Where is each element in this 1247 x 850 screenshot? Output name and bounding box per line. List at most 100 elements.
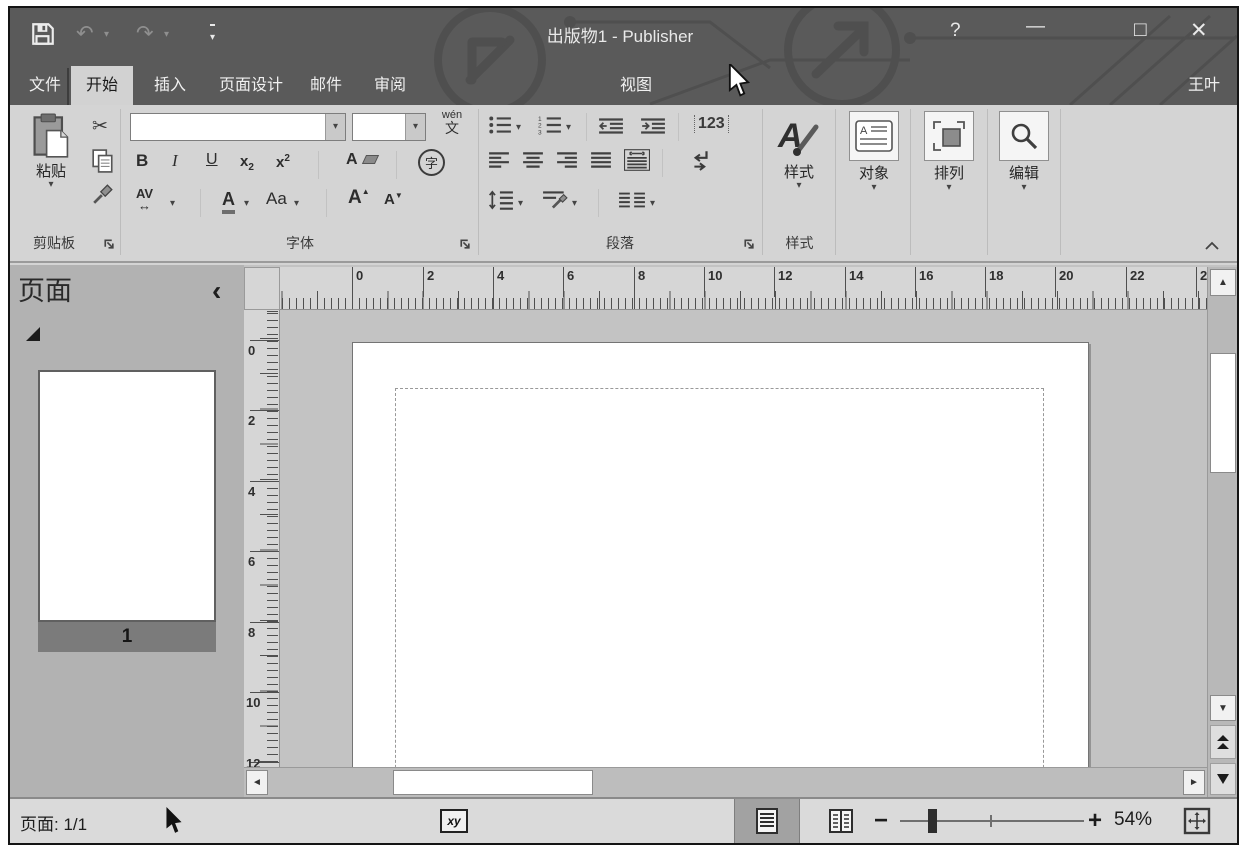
quick-access-customize-button[interactable]: ▾ [210,24,215,45]
horizontal-scroll-thumb[interactable] [393,770,593,795]
font-size-dropdown-icon[interactable]: ▾ [405,114,425,140]
scroll-up-button[interactable]: ▲ [1210,269,1236,296]
tab-home[interactable]: 开始 [71,66,133,105]
zoom-in-button[interactable]: + [1088,807,1102,835]
page-thumbnail[interactable] [38,370,216,622]
format-painter-button[interactable] [92,183,114,205]
zoom-level[interactable]: 54% [1114,809,1152,831]
tab-mailings[interactable]: 邮件 [302,68,350,105]
redo-dropdown-icon[interactable]: ▾ [164,30,169,40]
numbering-dropdown-icon[interactable]: ▾ [566,123,571,133]
font-color-dropdown-icon[interactable]: ▾ [244,199,249,209]
change-case-dropdown-icon[interactable]: ▾ [294,199,299,209]
tab-review[interactable]: 审阅 [366,68,414,105]
shrink-font-button[interactable]: A▼ [384,191,403,208]
font-name-combobox[interactable]: ▾ [130,113,346,141]
single-page-view-button[interactable] [734,799,800,843]
ruler-tick [915,267,916,297]
editing-button[interactable]: 编辑 ▾ [991,109,1057,227]
align-left-button[interactable] [488,151,510,169]
horizontal-scrollbar[interactable]: ◄ ► [244,767,1207,797]
distribute-button[interactable] [624,149,650,171]
change-case-button[interactable]: Aa [266,189,287,209]
columns-dropdown-icon[interactable]: ▾ [650,199,655,209]
grow-font-button[interactable]: A▲ [348,187,370,209]
ruler-origin-box[interactable] [244,267,280,310]
save-icon[interactable] [30,21,56,47]
undo-dropdown-icon[interactable]: ▾ [104,30,109,40]
horizontal-ruler[interactable]: 0 2 4 6 8 10 12 14 16 18 20 22 24 [280,267,1207,310]
vertical-scroll-thumb[interactable] [1210,353,1236,473]
page-thumbnail-number[interactable]: 1 [38,622,216,652]
paragraph-shading-button[interactable] [542,189,568,211]
bullets-button[interactable] [488,115,512,135]
panel-expand-marker-icon[interactable] [26,327,40,341]
clipboard-dialog-launcher[interactable] [102,237,115,250]
number-style-button[interactable]: 123 [694,115,729,133]
vertical-ruler[interactable]: 0 2 4 6 8 10 12 [244,310,280,767]
fit-page-button[interactable] [1182,807,1212,835]
font-dialog-launcher[interactable] [458,237,471,250]
collapse-ribbon-button[interactable] [1204,241,1220,251]
align-right-button[interactable] [556,151,578,169]
publication-canvas[interactable] [280,310,1207,767]
tab-file[interactable]: 文件 [23,68,67,105]
close-button[interactable]: ✕ [1190,18,1208,43]
group-separator [762,109,763,255]
scroll-right-button[interactable]: ► [1183,770,1205,795]
character-spacing-dropdown-icon[interactable]: ▾ [170,199,175,209]
paragraph-shading-dropdown-icon[interactable]: ▾ [572,199,577,209]
align-center-button[interactable] [522,151,544,169]
page-indicator[interactable]: 页面: 1/1 [20,810,87,835]
scroll-down-button[interactable]: ▼ [1210,695,1236,721]
increase-indent-button[interactable] [640,117,666,135]
next-page-button[interactable] [1210,763,1236,795]
underline-button[interactable]: U [206,151,218,169]
cut-button[interactable]: ✂ [92,115,108,138]
superscript-button[interactable]: x2 [276,153,290,171]
font-size-combobox[interactable]: ▾ [352,113,426,141]
user-account-name[interactable]: 王叶 [1178,68,1230,105]
previous-page-button[interactable] [1210,725,1236,759]
maximize-button[interactable]: □ [1134,18,1147,42]
arrange-button[interactable]: 排列 ▾ [916,109,982,227]
subscript-button[interactable]: x2 [240,153,254,173]
numbering-button[interactable]: 123 [538,115,562,135]
scroll-left-button[interactable]: ◄ [246,770,268,795]
paste-icon [31,113,71,159]
publication-page[interactable] [352,342,1089,767]
zoom-slider-thumb[interactable] [928,809,937,833]
two-page-view-button[interactable] [816,799,866,843]
objects-button[interactable]: A 对象 ▾ [841,109,907,227]
font-name-dropdown-icon[interactable]: ▾ [325,114,345,140]
line-spacing-dropdown-icon[interactable]: ▾ [518,199,523,209]
decrease-indent-button[interactable] [598,117,624,135]
help-button[interactable]: ? [950,20,961,42]
tab-view[interactable]: 视图 [612,68,660,105]
phonetic-guide-button[interactable]: wén 文 [434,109,470,136]
enclose-characters-button[interactable]: 字 [418,149,445,176]
character-spacing-button[interactable]: AV ↔ [136,187,153,212]
bullets-dropdown-icon[interactable]: ▾ [516,123,521,133]
redo-button[interactable]: ↷ [136,21,154,46]
undo-button[interactable]: ↶ [76,21,94,46]
line-spacing-button[interactable] [488,189,514,211]
special-characters-button[interactable] [690,149,712,171]
zoom-out-button[interactable]: − [874,807,888,835]
minimize-button[interactable]: — [1026,16,1045,38]
tab-insert[interactable]: 插入 [146,68,194,105]
copy-button[interactable] [92,149,114,173]
clear-formatting-button[interactable]: A [346,151,377,169]
justify-button[interactable] [590,151,612,169]
collapse-panel-icon[interactable]: ‹ [212,275,221,307]
paragraph-dialog-launcher[interactable] [742,237,755,250]
italic-button[interactable]: I [172,151,178,171]
styles-button[interactable]: A 样式 ▾ [766,109,832,227]
tab-page-design[interactable]: 页面设计 [206,68,296,105]
columns-button[interactable] [618,191,646,209]
vertical-scrollbar[interactable]: ▲ ▼ [1207,267,1237,797]
font-color-button[interactable]: A [222,189,235,214]
object-position-indicator[interactable]: xy [440,809,468,833]
paste-button[interactable]: 粘贴 ▾ [16,109,86,209]
bold-button[interactable]: B [136,151,148,171]
